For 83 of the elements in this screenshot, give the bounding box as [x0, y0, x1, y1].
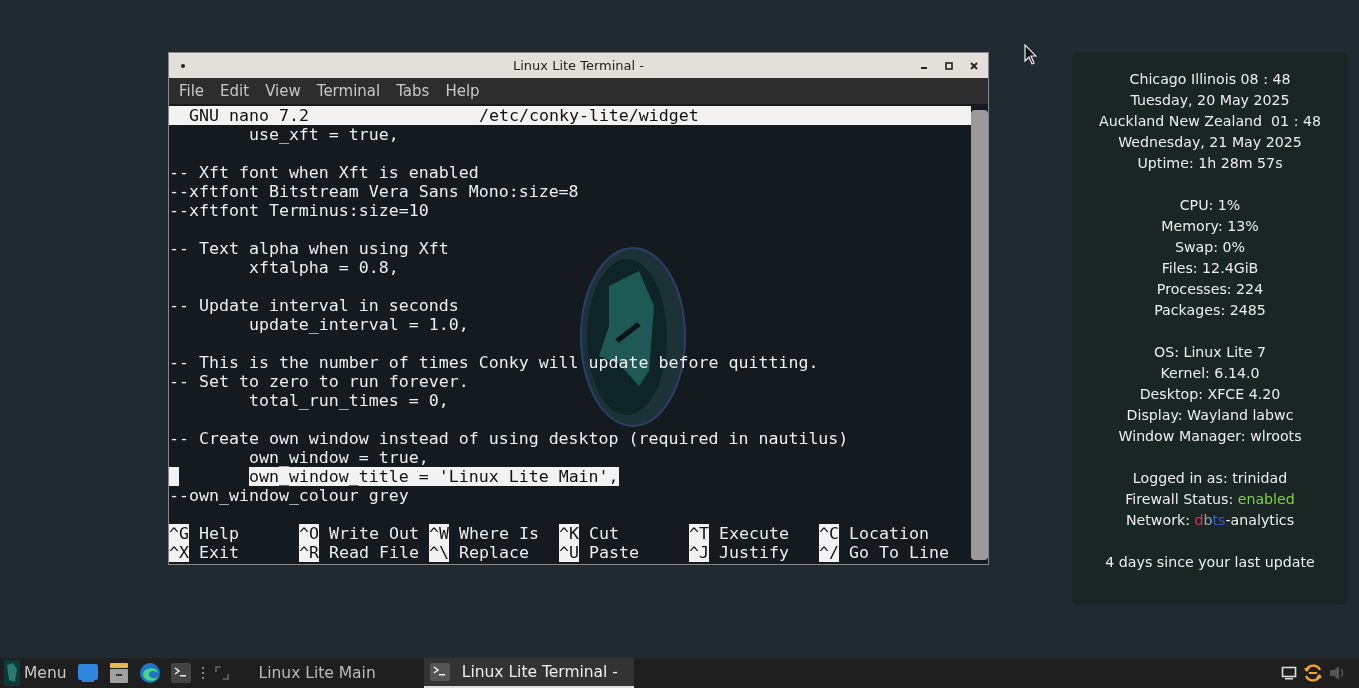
- menu-item[interactable]: Terminal: [308, 82, 389, 100]
- shortcut-label: Cut: [589, 524, 619, 543]
- shortcut-key: ^W: [429, 524, 449, 543]
- code-line: -- Create own window instead of using desktop (required in nautilus): [169, 429, 849, 448]
- info-line: Tuesday, 20 May 2025: [1129, 91, 1291, 110]
- menu-item[interactable]: Tabs: [388, 82, 438, 100]
- info-line: Network: dbts-analytics: [1124, 511, 1296, 530]
- code-line: -- Text alpha when using Xft: [169, 239, 449, 258]
- shortcut-label: Replace: [459, 543, 529, 562]
- code-line: --xftfont Terminus:size=10: [169, 201, 429, 220]
- info-line: OS: Linux Lite 7: [1153, 343, 1267, 362]
- shortcut-label: Location: [849, 524, 929, 543]
- window-menu-icon[interactable]: [181, 63, 185, 68]
- code-line: total_run_times = 0,: [247, 391, 449, 410]
- info-line: Wednesday, 21 May 2025: [1117, 133, 1303, 152]
- menu-item[interactable]: Edit: [212, 82, 258, 100]
- shortcut-label: Where Is: [459, 524, 539, 543]
- shortcut-key: ^C: [819, 524, 839, 543]
- nano-header: GNU nano 7.2 /etc/conky-lite/widget: [169, 106, 971, 125]
- window-title: Linux Lite Terminal -: [513, 58, 644, 73]
- shortcut-key: ^/: [819, 543, 839, 562]
- shortcut-key: ^O: [299, 524, 319, 543]
- shortcut-key: ^X: [169, 543, 189, 562]
- code-line: xftalpha = 0.8,: [247, 258, 399, 277]
- info-line: Uptime: 1h 28m 57s: [1136, 154, 1284, 173]
- info-line: Auckland New Zealand 01 : 48: [1098, 112, 1322, 131]
- info-line: CPU: 1%: [1178, 196, 1242, 215]
- shortcut-label: Paste: [589, 543, 639, 562]
- info-line: Kernel: 6.14.0: [1159, 364, 1261, 383]
- logo-icon: [4, 660, 20, 686]
- info-line: Swap: 0%: [1173, 238, 1247, 257]
- code-line: -- Set to zero to run forever.: [169, 372, 469, 391]
- shortcut-label: Justify: [719, 543, 789, 562]
- separator-handle-icon: [200, 666, 205, 680]
- info-line: Files: 12.4GiB: [1160, 259, 1260, 278]
- menu-item[interactable]: Help: [437, 82, 488, 100]
- terminal-icon: [429, 662, 450, 681]
- info-line: Window Manager: wlroots: [1117, 427, 1303, 446]
- maximize-icon[interactable]: [945, 61, 953, 70]
- shortcut-key: ^\: [429, 543, 449, 562]
- taskbar-task[interactable]: Linux Lite Terminal -: [423, 657, 634, 688]
- shortcut-label: Write Out: [329, 524, 419, 543]
- menu-item[interactable]: File: [171, 82, 213, 100]
- info-line: Processes: 224: [1155, 280, 1265, 299]
- shortcut-key: ^J: [689, 543, 709, 562]
- info-line: Display: Wayland labwc: [1125, 406, 1295, 425]
- text-cursor: [169, 467, 179, 486]
- shortcut-label: Read File: [329, 543, 419, 562]
- shortcut-key: ^U: [559, 543, 579, 562]
- shortcut-key: ^K: [559, 524, 579, 543]
- info-line: Packages: 2485: [1153, 301, 1267, 320]
- code-line: --own_window_colour grey: [169, 486, 409, 505]
- code-line: update_interval = 1.0,: [247, 315, 469, 334]
- info-line: 4 days since your last update: [1104, 553, 1316, 572]
- shortcut-key: ^R: [299, 543, 319, 562]
- shortcut-key: ^G: [169, 524, 189, 543]
- info-line: Logged in as: trinidad: [1131, 469, 1289, 488]
- shortcut-label: Go To Line: [849, 543, 949, 562]
- shortcut-label: Execute: [719, 524, 789, 543]
- info-line: Memory: 13%: [1160, 217, 1260, 236]
- code-line: --xftfont Bitstream Vera Sans Mono:size=8: [169, 182, 579, 201]
- menu-item[interactable]: View: [257, 82, 309, 100]
- browser-icon[interactable]: [138, 662, 161, 684]
- close-icon[interactable]: [970, 61, 978, 70]
- code-line: -- Xft font when Xft is enabled: [169, 163, 479, 182]
- code-line: -- This is the number of times Conky will update before quitting.: [169, 353, 819, 372]
- info-line: Firewall Status: enabled: [1124, 490, 1296, 509]
- file-cabinet-icon[interactable]: [108, 662, 129, 684]
- info-line: Chicago Illinois 08 : 48: [1128, 70, 1292, 89]
- code-line: use_xft = true,: [247, 125, 399, 144]
- shortcut-label: Help: [199, 524, 239, 543]
- taskbar-task[interactable]: Linux Lite Main: [238, 657, 392, 688]
- update-icon[interactable]: [1303, 663, 1323, 683]
- terminal-icon[interactable]: [170, 663, 191, 683]
- code-line: -- Update interval in seconds: [169, 296, 459, 315]
- desktop-icon[interactable]: [76, 663, 99, 683]
- mouse-pointer-icon: [1024, 44, 1037, 65]
- shortcut-label: Exit: [199, 543, 239, 562]
- menu-button[interactable]: Menu: [4, 660, 67, 686]
- display-icon[interactable]: [1281, 666, 1297, 680]
- info-line: Desktop: XFCE 4.20: [1138, 385, 1282, 404]
- code-line: own_window = true,: [247, 448, 429, 467]
- shortcut-key: ^T: [689, 524, 709, 543]
